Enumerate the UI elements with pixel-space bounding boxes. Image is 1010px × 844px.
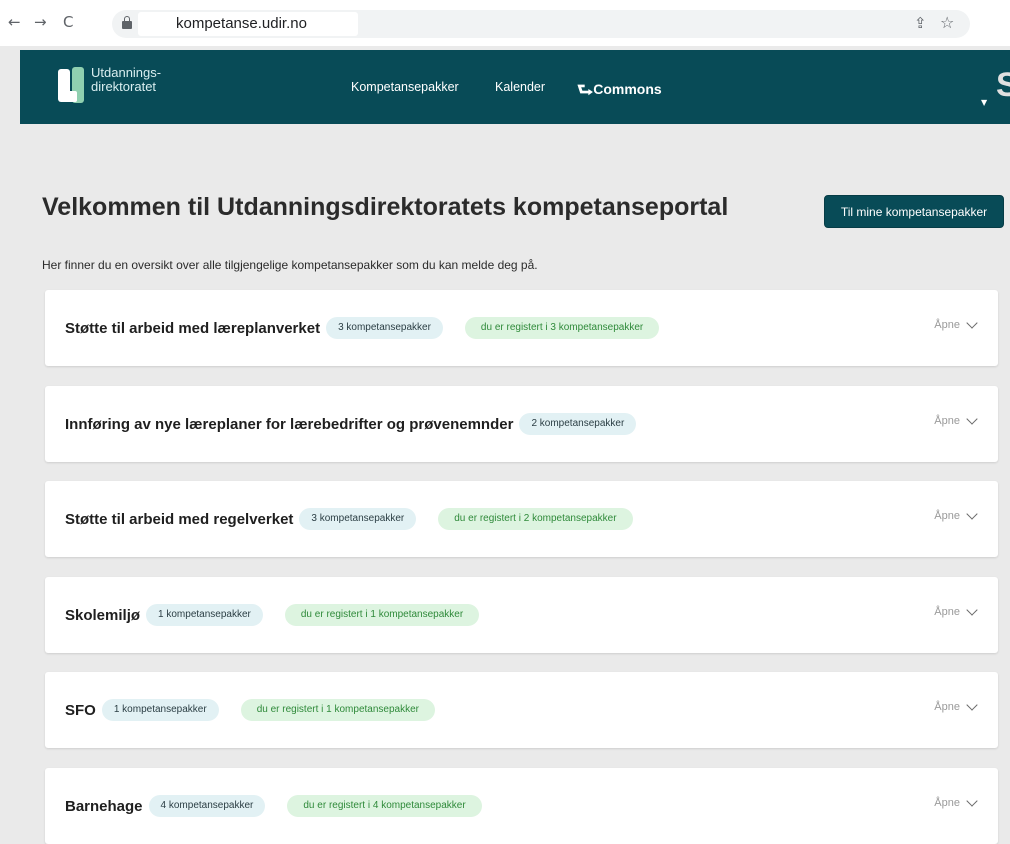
chevron-down-icon <box>966 507 978 520</box>
forward-arrow-icon[interactable]: → <box>34 12 47 32</box>
category-title: Støtte til arbeid med læreplanverket <box>65 319 321 337</box>
logo-line-2: direktoratet <box>91 79 157 94</box>
share-icon[interactable]: ⇪ <box>914 14 927 32</box>
toggle-label: Åpne <box>934 606 960 618</box>
category-title: Barnehage <box>65 797 143 815</box>
expand-toggle[interactable]: Åpne <box>934 698 978 713</box>
count-badge: 3 kompetansepakker <box>299 508 417 530</box>
expand-toggle[interactable]: Åpne <box>934 316 978 331</box>
count-badge: 3 kompetansepakker <box>326 317 443 339</box>
category-card-laerebedrifter[interactable]: Innføring av nye læreplaner for lærebedr… <box>45 386 998 462</box>
category-title: SFO <box>65 701 96 719</box>
back-arrow-icon[interactable]: ← <box>8 12 21 32</box>
commons-arrow-icon: ⮑ <box>577 80 594 101</box>
count-badge: 1 kompetansepakker <box>101 699 219 721</box>
bookmark-star-icon[interactable]: ☆ <box>940 13 954 32</box>
logo-line-1: Utdannings- <box>91 65 162 80</box>
chevron-down-icon <box>966 794 978 807</box>
toggle-label: Åpne <box>934 510 960 522</box>
count-badge: 2 kompetansepakker <box>519 413 637 435</box>
registered-badge: du er registert i 2 kompetansepakker <box>438 508 633 530</box>
expand-toggle[interactable]: Åpne <box>934 507 978 522</box>
toggle-label: Åpne <box>934 415 960 427</box>
registered-badge: du er registert i 4 kompetansepakker <box>287 795 482 817</box>
reload-icon[interactable]: C <box>63 12 73 32</box>
count-badge: 1 kompetansepakker <box>146 604 263 626</box>
expand-toggle[interactable]: Åpne <box>934 794 978 809</box>
user-menu-caret-icon[interactable]: ▼ <box>981 98 987 107</box>
lock-icon[interactable] <box>122 16 132 29</box>
browser-toolbar: ← → C kompetanse.udir.no ⇪ ☆ <box>0 0 1010 46</box>
udir-logo-icon[interactable] <box>58 67 84 103</box>
chevron-down-icon <box>966 412 978 425</box>
registered-badge: du er registert i 1 kompetansepakker <box>284 604 480 626</box>
count-badge: 4 kompetansepakker <box>148 795 266 817</box>
expand-toggle[interactable]: Åpne <box>934 412 978 427</box>
commons-label: Commons <box>593 81 662 97</box>
site-header: Utdannings- direktoratet Kompetansepakke… <box>20 50 1010 124</box>
category-title: Skolemiljø <box>65 606 141 624</box>
intro-text: Her finner du en oversikt over alle tilg… <box>42 258 538 272</box>
category-card-skolemiljo[interactable]: Skolemiljø 1 kompetansepakker du er regi… <box>45 577 998 653</box>
my-packages-button[interactable]: Til mine kompetansepakker <box>824 195 1004 228</box>
page-title: Velkommen til Utdanningsdirektoratets ko… <box>42 193 729 221</box>
category-title: Støtte til arbeid med regelverket <box>65 510 294 528</box>
toggle-label: Åpne <box>934 701 960 713</box>
category-card-barnehage[interactable]: Barnehage 4 kompetansepakker du er regis… <box>45 768 998 844</box>
nav-commons[interactable]: ⮑Commons <box>577 78 662 108</box>
category-title: Innføring av nye læreplaner for lærebedr… <box>65 415 514 433</box>
category-card-laereplanverket[interactable]: Støtte til arbeid med læreplanverket 3 k… <box>45 290 998 366</box>
expand-toggle[interactable]: Åpne <box>934 603 978 618</box>
category-card-regelverket[interactable]: Støtte til arbeid med regelverket 3 komp… <box>45 481 998 557</box>
chevron-down-icon <box>966 603 978 616</box>
registered-badge: du er registert i 1 kompetansepakker <box>240 699 435 721</box>
toggle-label: Åpne <box>934 319 960 331</box>
category-card-sfo[interactable]: SFO 1 kompetansepakker du er registert i… <box>45 672 998 748</box>
user-avatar[interactable]: S <box>996 70 1010 110</box>
nav-kompetansepakker[interactable]: Kompetansepakker <box>351 80 459 94</box>
url-text[interactable]: kompetanse.udir.no <box>176 15 307 32</box>
toggle-label: Åpne <box>934 797 960 809</box>
nav-kalender[interactable]: Kalender <box>495 80 545 94</box>
user-initial: S <box>996 70 1010 104</box>
site-logo-text[interactable]: Utdannings- direktoratet <box>91 66 161 94</box>
chevron-down-icon <box>966 316 978 329</box>
registered-badge: du er registert i 3 kompetansepakker <box>464 317 660 339</box>
chevron-down-icon <box>966 698 978 711</box>
